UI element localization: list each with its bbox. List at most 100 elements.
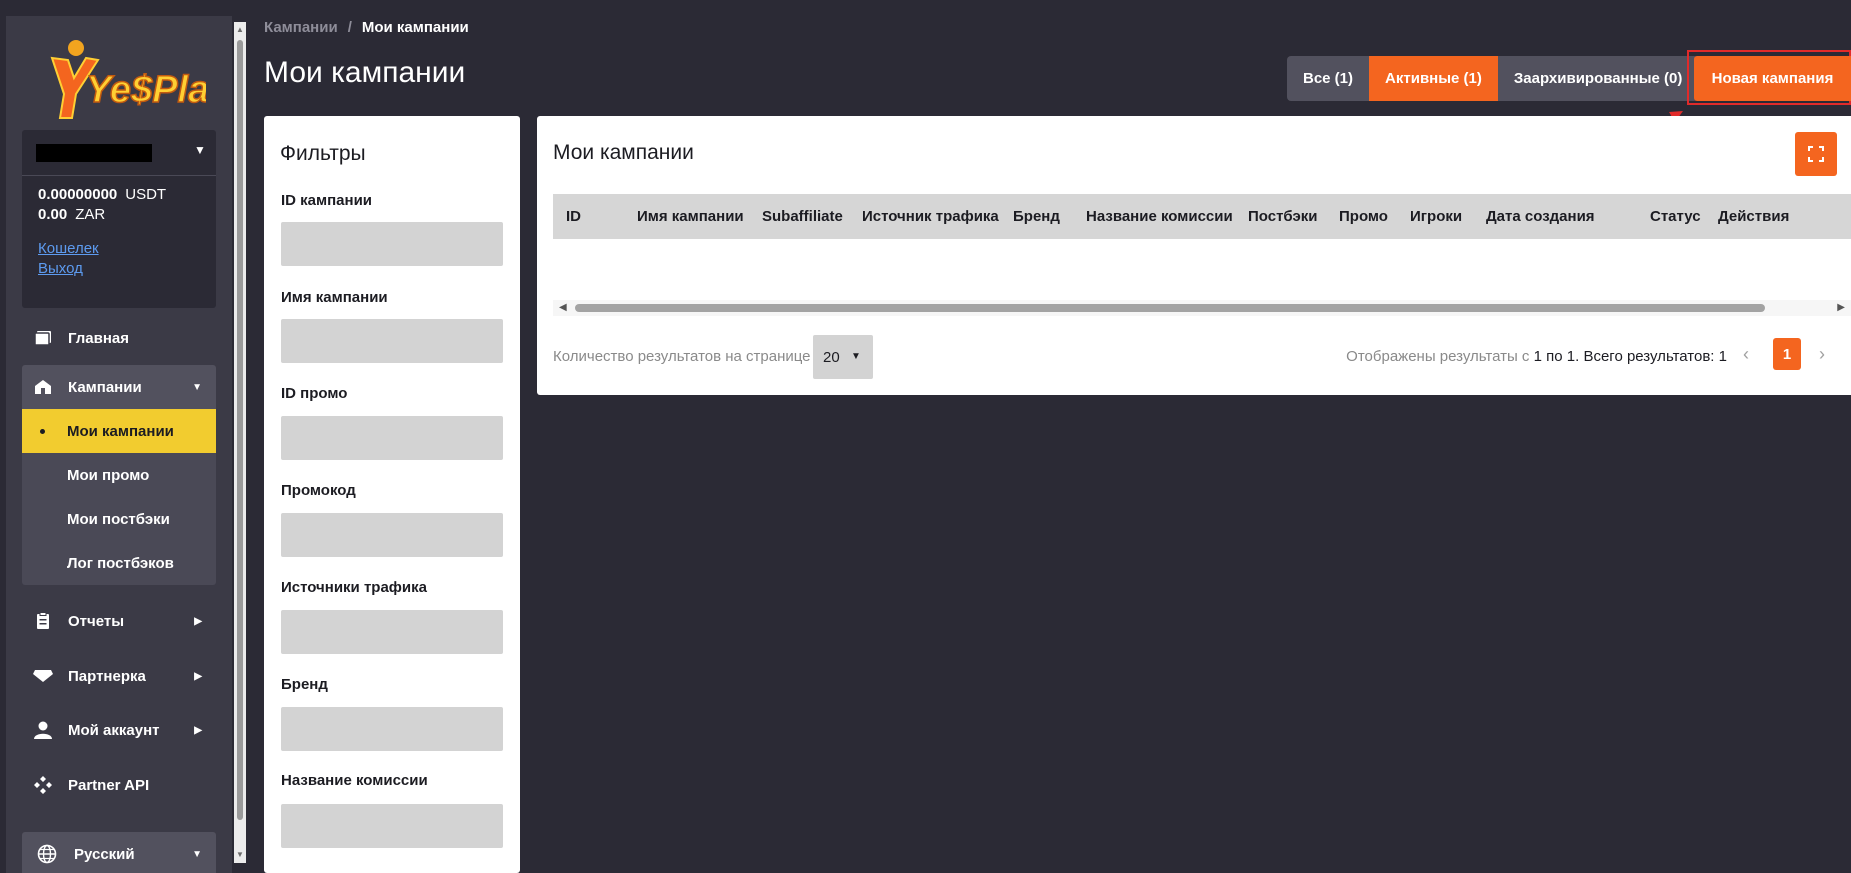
status-tabs: Все (1) Активные (1) Заархивированные (0… [1287, 56, 1699, 101]
chevron-right-icon: ▶ [194, 615, 202, 627]
column-header-traffic-source[interactable]: Источник трафика [862, 194, 999, 239]
filter-label-campaign-id: ID кампании [281, 192, 373, 209]
results-to: 1. [1566, 348, 1580, 365]
filter-promo-id-input[interactable] [281, 416, 503, 460]
pagination-page-1[interactable]: 1 [1773, 338, 1801, 370]
per-page-value: 20 [823, 348, 840, 366]
pagination-next-icon[interactable]: › [1819, 344, 1825, 365]
sidebar: Ye$Play ▼ 0.00000000 USDT 0.00 ZAR Кошелек… [6, 16, 232, 873]
sidebar-subitem-my-campaigns[interactable]: Мои кампании [22, 409, 216, 453]
filter-campaign-id-input[interactable] [281, 222, 503, 266]
sidebar-item-label: Главная [68, 329, 130, 347]
breadcrumb-separator: / [347, 19, 352, 36]
new-campaign-button[interactable]: Новая кампания [1694, 56, 1851, 101]
chevron-down-icon: ▼ [192, 848, 202, 860]
scroll-down-icon[interactable]: ▼ [234, 849, 246, 861]
scroll-up-icon[interactable]: ▲ [234, 24, 246, 36]
filter-traffic-sources-input[interactable] [281, 610, 503, 654]
column-header-postbacks[interactable]: Постбэки [1248, 194, 1318, 239]
sidebar-scrollbar[interactable]: ▲ ▼ [234, 22, 246, 863]
balance-currency: USDT [125, 186, 167, 203]
scroll-right-icon[interactable]: ▶ [1837, 302, 1845, 313]
campaigns-panel: Мои кампании ID Имя кампании Subaffiliat… [537, 116, 1851, 395]
house-icon [32, 376, 54, 398]
clipboard-icon [32, 610, 54, 632]
column-header-players[interactable]: Игроки [1410, 194, 1462, 239]
filters-panel: Фильтры ID кампании Имя кампании ID пром… [264, 116, 520, 873]
filter-label-promocode: Промокод [281, 482, 356, 499]
language-selector[interactable]: Русский ▼ [22, 832, 216, 873]
scrollbar-thumb[interactable] [237, 40, 243, 820]
logout-link[interactable]: Выход [38, 260, 83, 277]
filter-label-commission-name: Название комиссии [281, 772, 428, 789]
sidebar-item-partner-api[interactable]: Partner API [22, 763, 216, 807]
column-header-status[interactable]: Статус [1650, 194, 1701, 239]
sidebar-item-label: Мои промо [67, 466, 150, 484]
sidebar-item-reports[interactable]: Отчеты ▶ [22, 599, 216, 643]
panel-title: Мои кампании [553, 141, 694, 164]
sidebar-item-label: Мои кампании [67, 422, 174, 440]
sidebar-subitem-postback-log[interactable]: Лог постбэков [22, 541, 216, 585]
globe-icon [36, 843, 58, 865]
chevron-right-icon: ▶ [194, 724, 202, 736]
sidebar-item-label: Лог постбэков [67, 554, 174, 572]
sidebar-item-label: Русский [74, 845, 135, 863]
sidebar-item-account[interactable]: Мой аккаунт ▶ [22, 708, 216, 752]
column-header-id[interactable]: ID [566, 194, 581, 239]
page-title: Мои кампании [264, 56, 466, 89]
table-horizontal-scrollbar[interactable]: ◀ ▶ [553, 300, 1851, 316]
balance-zar: 0.00 ZAR [38, 206, 105, 223]
filter-label-campaign-name: Имя кампании [281, 289, 388, 306]
fullscreen-button[interactable] [1795, 132, 1837, 176]
filter-promocode-input[interactable] [281, 513, 503, 557]
filter-label-promo-id: ID промо [281, 385, 348, 402]
wallet-link[interactable]: Кошелек [38, 240, 99, 257]
yesplay-logo: Ye$Play [50, 40, 206, 119]
column-header-campaign-name[interactable]: Имя кампании [637, 194, 744, 239]
filter-label-traffic-sources: Источники трафика [281, 579, 427, 596]
column-header-created-date[interactable]: Дата создания [1486, 194, 1595, 239]
column-header-promo[interactable]: Промо [1339, 194, 1388, 239]
breadcrumb: Кампании / Мои кампании [264, 19, 469, 36]
sidebar-item-partner[interactable]: Партнерка ▶ [22, 654, 216, 698]
column-header-actions[interactable]: Действия [1718, 194, 1789, 239]
active-dot-icon [40, 429, 45, 434]
sidebar-item-label: Мой аккаунт [68, 721, 160, 739]
chevron-down-icon: ▼ [851, 351, 861, 362]
sidebar-item-label: Кампании [68, 378, 142, 396]
results-summary: Отображены результаты с 1 по 1. Всего ре… [1346, 348, 1727, 365]
column-header-commission-name[interactable]: Название комиссии [1086, 194, 1233, 239]
scrollbar-thumb[interactable] [575, 304, 1765, 312]
results-from: 1 [1533, 348, 1542, 365]
column-header-subaffiliate[interactable]: Subaffiliate [762, 194, 843, 239]
tab-archived[interactable]: Заархивированные (0) [1498, 56, 1699, 101]
sidebar-item-label: Partner API [68, 776, 150, 794]
sidebar-item-label: Партнерка [68, 667, 146, 685]
balance-usdt: 0.00000000 USDT [38, 186, 166, 203]
filter-campaign-name-input[interactable] [281, 319, 503, 363]
filter-label-brand: Бренд [281, 676, 328, 693]
tab-all[interactable]: Все (1) [1287, 56, 1369, 101]
sidebar-subitem-my-postbacks[interactable]: Мои постбэки [22, 497, 216, 541]
sidebar-item-label: Мои постбэки [67, 510, 170, 528]
sidebar-item-home[interactable]: Главная [22, 316, 216, 360]
logo-text: Ye$Play [86, 69, 206, 111]
account-selector[interactable]: ▼ [22, 130, 216, 176]
per-page-select[interactable]: 20 ▼ [813, 335, 873, 379]
balance-amount: 0.00 [38, 206, 68, 223]
api-nodes-icon [32, 774, 54, 796]
diamond-icon [32, 665, 54, 687]
breadcrumb-parent[interactable]: Кампании [264, 19, 338, 36]
user-icon [32, 719, 54, 741]
tab-active[interactable]: Активные (1) [1369, 56, 1498, 101]
filter-commission-name-input[interactable] [281, 804, 503, 848]
column-header-brand[interactable]: Бренд [1013, 194, 1060, 239]
scroll-left-icon[interactable]: ◀ [559, 302, 567, 313]
filter-brand-input[interactable] [281, 707, 503, 751]
results-total: 1 [1718, 348, 1727, 365]
pagination-prev-icon[interactable]: ‹ [1743, 344, 1749, 365]
sidebar-item-campaigns[interactable]: Кампании ▼ [22, 365, 216, 409]
chevron-down-icon: ▼ [194, 143, 206, 157]
sidebar-subitem-my-promo[interactable]: Мои промо [22, 453, 216, 497]
sidebar-item-label: Отчеты [68, 612, 125, 630]
